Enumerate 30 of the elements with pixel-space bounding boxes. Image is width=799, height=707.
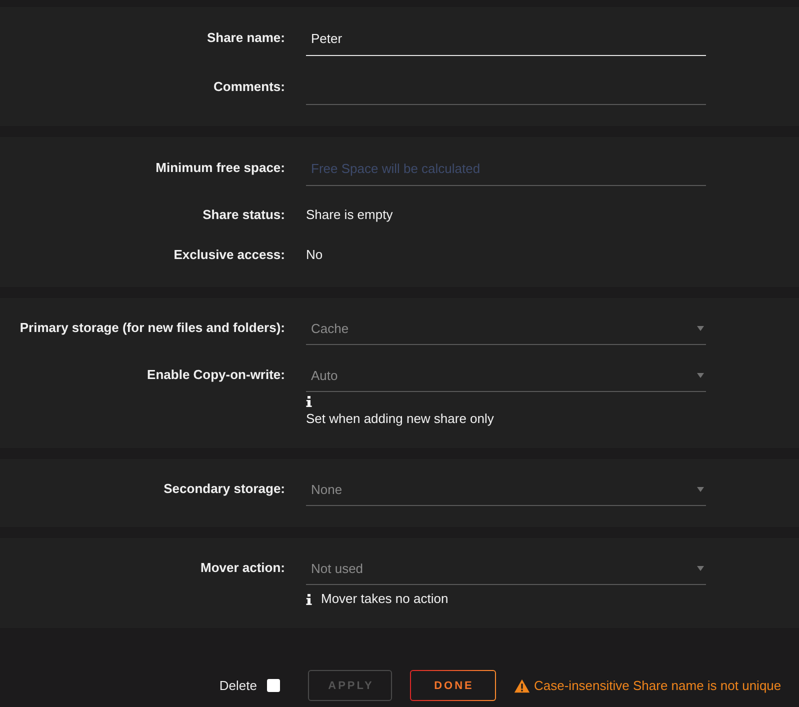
info-icon: [306, 594, 312, 604]
text-field[interactable]: Peter: [306, 21, 706, 56]
value-text: No: [306, 246, 323, 264]
field-label: Comments:: [212, 78, 286, 96]
hint-text: Set when adding new share only: [306, 411, 494, 427]
field-label: Share status:: [202, 206, 286, 224]
caret-icon: [697, 372, 704, 378]
field-label: Exclusive access:: [172, 246, 286, 264]
dropdown-field[interactable]: Cache: [306, 312, 706, 345]
dropdown-field[interactable]: None: [306, 473, 706, 506]
delete-label: Delete: [219, 678, 257, 693]
field-label: Mover action:: [199, 559, 286, 577]
field-label: Primary storage (for new files and folders):: [18, 319, 286, 337]
caret-icon: [697, 486, 704, 492]
field-label: Share name:: [206, 29, 286, 47]
caret-icon: [697, 326, 704, 330]
done-button[interactable]: DONE: [410, 670, 496, 701]
text-field[interactable]: Free Space will be calculated: [306, 151, 706, 186]
hint-text: Mover takes no action: [321, 591, 448, 607]
dropdown-field[interactable]: Auto: [306, 359, 706, 392]
field-label: Minimum free space:: [154, 159, 286, 177]
field-label: Enable Copy-on-write:: [146, 366, 286, 384]
dropdown-field[interactable]: Not used: [306, 552, 706, 585]
warning-icon: [514, 678, 530, 692]
value-text: Share is empty: [306, 206, 393, 224]
caret-icon: [697, 566, 704, 570]
field-label: Secondary storage:: [162, 480, 286, 498]
warning-text: Case-insensitive Share name is not unique: [534, 678, 782, 693]
info-icon: [306, 396, 312, 407]
delete-checkbox[interactable]: [267, 679, 280, 692]
